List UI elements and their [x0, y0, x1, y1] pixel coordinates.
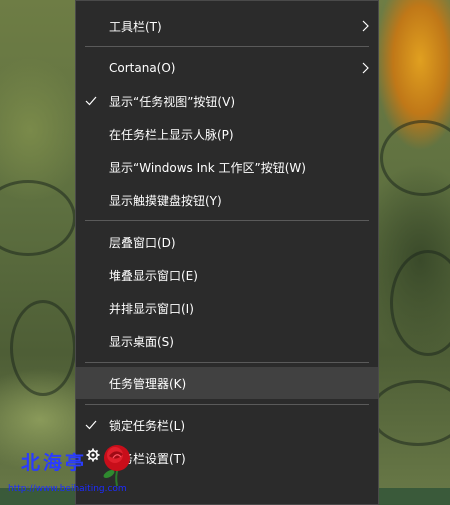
- menu-item-label: 显示桌面(S): [109, 334, 174, 349]
- menu-item-label: 显示“任务视图”按钮(V): [109, 94, 236, 109]
- menu-item-label: 显示“Windows Ink 工作区”按钮(W): [109, 160, 306, 175]
- checkmark-icon: [85, 96, 97, 106]
- menu-item-side-by-side-windows[interactable]: 并排显示窗口(I): [76, 292, 378, 324]
- menu-item-cortana[interactable]: Cortana(O): [76, 52, 378, 84]
- menu-item-show-touch-keyboard[interactable]: 显示触摸键盘按钮(Y): [76, 184, 378, 216]
- menu-item-show-task-view[interactable]: 显示“任务视图”按钮(V): [76, 85, 378, 117]
- menu-item-label: Cortana(O): [109, 61, 176, 75]
- menu-item-task-manager[interactable]: 任务管理器(K): [76, 367, 378, 399]
- menu-item-stack-windows[interactable]: 堆叠显示窗口(E): [76, 259, 378, 291]
- rose-logo-icon: [103, 445, 130, 487]
- menu-item-label: 堆叠显示窗口(E): [109, 268, 198, 283]
- watermark-url: http://www.beihaiting.com: [8, 484, 127, 494]
- menu-item-label: 锁定任务栏(L): [109, 418, 186, 433]
- chevron-right-icon: [362, 62, 369, 74]
- site-watermark: 北海亭 http://www.beihaiting.com: [0, 440, 160, 505]
- menu-separator: [85, 362, 369, 363]
- menu-item-toolbars[interactable]: 工具栏(T): [76, 10, 378, 42]
- menu-separator: [85, 46, 369, 47]
- menu-item-show-people[interactable]: 在任务栏上显示人脉(P): [76, 118, 378, 150]
- menu-item-label: 并排显示窗口(I): [109, 301, 194, 316]
- menu-item-label: 任务管理器(K): [109, 376, 187, 391]
- watermark-title: 北海亭: [21, 452, 88, 474]
- menu-item-show-windows-ink[interactable]: 显示“Windows Ink 工作区”按钮(W): [76, 151, 378, 183]
- menu-item-cascade-windows[interactable]: 层叠窗口(D): [76, 226, 378, 258]
- menu-item-show-desktop[interactable]: 显示桌面(S): [76, 325, 378, 357]
- menu-item-label: 工具栏(T): [109, 19, 162, 34]
- menu-separator: [85, 404, 369, 405]
- menu-item-label: 层叠窗口(D): [109, 235, 176, 250]
- menu-separator: [85, 220, 369, 221]
- taskbar-context-menu: 工具栏(T) Cortana(O) 显示“任务视图”按钮(V) 在任务栏上显示人…: [75, 0, 379, 505]
- menu-item-label: 在任务栏上显示人脉(P): [109, 127, 234, 142]
- menu-item-lock-taskbar[interactable]: 锁定任务栏(L): [76, 409, 378, 441]
- chevron-right-icon: [362, 20, 369, 32]
- checkmark-icon: [85, 420, 97, 430]
- menu-item-label: 显示触摸键盘按钮(Y): [109, 193, 222, 208]
